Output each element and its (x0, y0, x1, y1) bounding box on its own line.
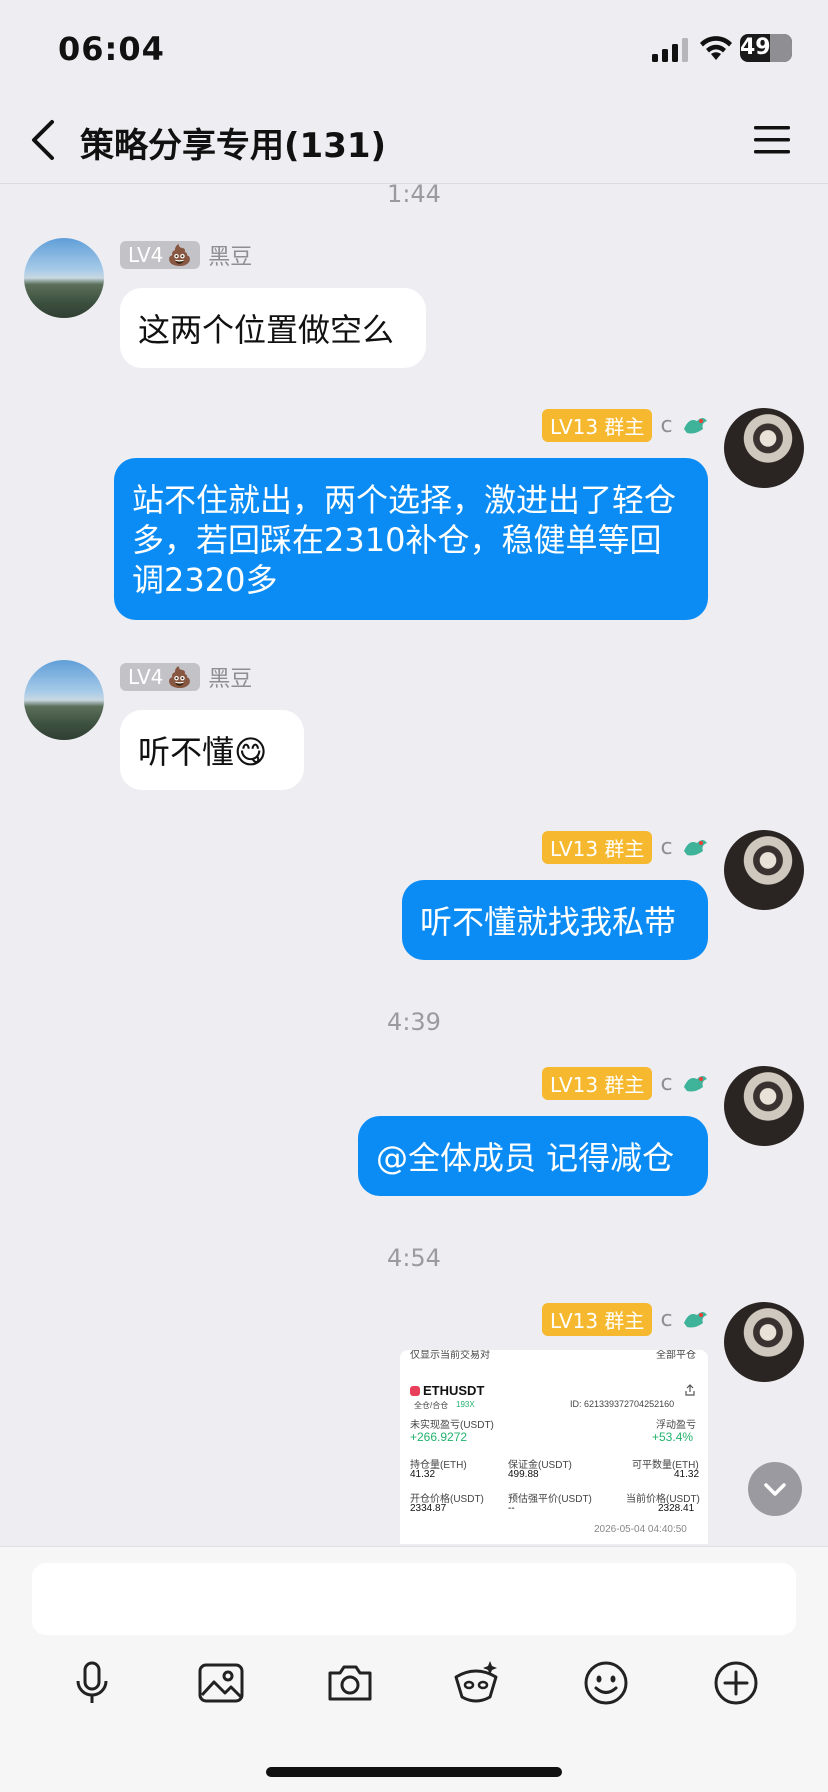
dragon-icon (683, 1312, 707, 1328)
symbol-icon (410, 1385, 420, 1396)
level-badge: LV13 群主 (542, 1066, 653, 1100)
sender-info: LV4 💩 黑豆 (120, 662, 252, 692)
chevron-down-icon (764, 1483, 786, 1496)
input-panel (0, 1546, 828, 1792)
card-liq-label: 预估强平价(USDT) (508, 1494, 592, 1505)
card-pnl-value: +266.9272 (410, 1430, 468, 1444)
card-size-value: 41.32 (410, 1469, 436, 1480)
dragon-icon (683, 1076, 707, 1092)
message-input[interactable] (32, 1563, 796, 1635)
time-label: 4:54 (387, 1244, 441, 1272)
sender-info: LV13 群主 c (542, 1066, 709, 1100)
level-badge-text: LV4 (128, 243, 164, 267)
scroll-to-bottom-button[interactable] (748, 1462, 802, 1516)
battery-empty-portion (770, 34, 792, 62)
back-icon[interactable] (24, 116, 64, 164)
poop-icon: 💩 (167, 665, 193, 689)
sender-info: LV13 群主 c (542, 408, 709, 442)
sticker-emoji: 😋 (234, 733, 268, 771)
level-badge: LV4 💩 (120, 663, 201, 691)
plus-icon[interactable] (710, 1657, 762, 1709)
card-mark-value: 2328.41 (658, 1503, 695, 1514)
avatar[interactable] (724, 830, 804, 910)
message-bubble[interactable]: @全体成员 记得减仓 (358, 1116, 708, 1196)
card-symbol-row: ETHUSDT (410, 1383, 484, 1398)
sender-info: LV4 💩 黑豆 (120, 240, 252, 270)
card-margin-value: 499.88 (508, 1469, 539, 1480)
avatar[interactable] (724, 1302, 804, 1382)
avatar[interactable] (724, 1066, 804, 1146)
level-badge: LV13 群主 (542, 830, 653, 864)
sender-name[interactable]: c (660, 413, 672, 438)
card-close-all-label: 全部平仓 (656, 1350, 696, 1361)
avatar[interactable] (24, 660, 104, 740)
menu-icon[interactable] (752, 122, 792, 158)
dragon-icon (683, 840, 707, 856)
card-closable-value: 41.32 (674, 1469, 700, 1480)
time-label: 4:39 (387, 1008, 441, 1036)
card-id: ID: 621339372704252160 (570, 1399, 675, 1409)
sender-name[interactable]: 黑豆 (208, 239, 252, 271)
card-timestamp: 2026-05-04 04:40:50 (594, 1524, 687, 1535)
poop-icon: 💩 (167, 243, 193, 267)
card-mode: 全仓/合仓 (414, 1401, 449, 1410)
message-bubble[interactable]: 站不住就出，两个选择，激进出了轻仓多，若回踩在2310补仓，稳健单等回调2320… (114, 458, 708, 620)
home-indicator (266, 1767, 562, 1777)
card-filter-label: 仅显示当前交易对 (410, 1350, 490, 1361)
time-label: 1:44 (387, 180, 441, 208)
signal-icon (652, 38, 688, 62)
camera-icon[interactable] (324, 1657, 376, 1709)
card-roe-value: +53.4% (652, 1430, 694, 1444)
nav-bar: 策略分享专用(131) (0, 100, 828, 184)
level-badge: LV4 💩 (120, 241, 201, 269)
position-screenshot-image[interactable]: 仅显示当前交易对 全部平仓 ETHUSDT 全仓/合仓 193X ID: 621… (400, 1350, 708, 1544)
card-liq-value: -- (508, 1503, 515, 1514)
level-badge-text: LV4 (128, 665, 164, 689)
level-badge: LV13 群主 (542, 1302, 653, 1336)
sender-name[interactable]: c (660, 1307, 672, 1332)
sender-name[interactable]: 黑豆 (208, 661, 252, 693)
status-bar: 06:04 49 (0, 0, 828, 100)
dragon-icon (683, 418, 707, 434)
sender-info: LV13 群主 c (542, 830, 709, 864)
card-entry-value: 2334.87 (410, 1503, 447, 1514)
message-bubble[interactable]: 这两个位置做空么 (120, 288, 426, 368)
message-bubble[interactable]: 听不懂就找我私带 (402, 880, 708, 960)
image-icon[interactable] (195, 1657, 247, 1709)
message-bubble[interactable]: 听不懂😋 (120, 710, 304, 790)
microphone-icon[interactable] (66, 1657, 118, 1709)
avatar[interactable] (724, 408, 804, 488)
battery-icon: 49 (740, 34, 792, 62)
wifi-icon (700, 36, 732, 60)
battery-level: 49 (740, 35, 771, 60)
sender-name[interactable]: c (660, 835, 672, 860)
sender-info: LV13 群主 c (542, 1302, 709, 1336)
card-roe-label: 浮动盈亏 (656, 1420, 696, 1431)
card-symbol: ETHUSDT (423, 1383, 485, 1398)
chat-title: 策略分享专用(131) (80, 126, 387, 166)
avatar[interactable] (24, 238, 104, 318)
red-packet-icon[interactable] (450, 1657, 502, 1709)
card-leverage: 193X (456, 1400, 475, 1409)
emoji-icon[interactable] (580, 1657, 632, 1709)
share-icon (685, 1384, 695, 1396)
sender-name[interactable]: c (660, 1071, 672, 1096)
message-text: 听不懂 (138, 733, 235, 771)
status-time: 06:04 (58, 30, 165, 68)
level-badge: LV13 群主 (542, 408, 653, 442)
card-pnl-label: 未实现盈亏(USDT) (410, 1420, 494, 1431)
